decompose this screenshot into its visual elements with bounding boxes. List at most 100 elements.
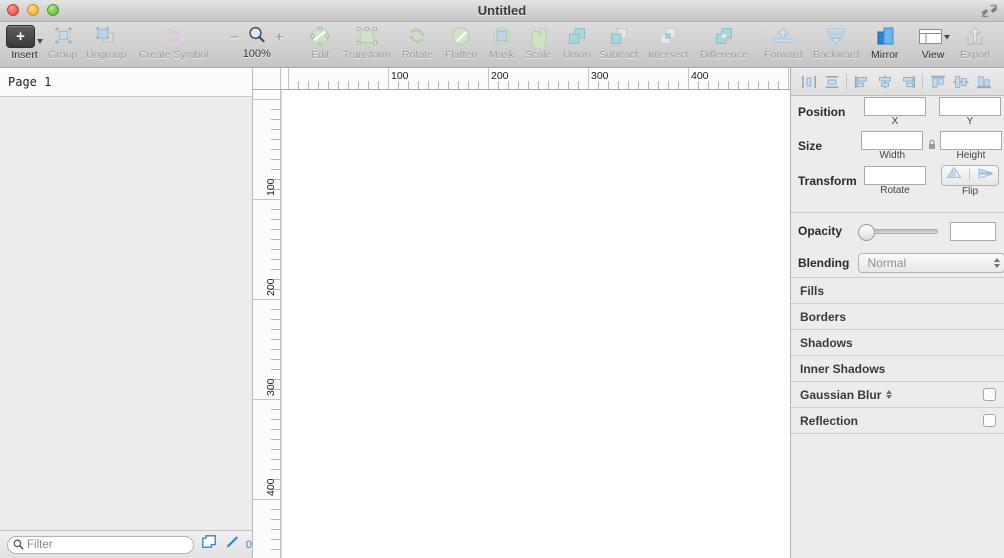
ruler-minor-tick: [368, 81, 369, 89]
horizontal-ruler[interactable]: 100200300400500: [281, 68, 790, 90]
layer-filter-field[interactable]: Filter: [7, 535, 194, 554]
size-height-input[interactable]: [939, 130, 1002, 150]
ruler-major-tick: [288, 68, 289, 89]
ruler-minor-tick: [458, 81, 459, 89]
ruler-minor-tick: [428, 81, 429, 89]
stepper-updown-icon[interactable]: [994, 258, 1000, 268]
ruler-major-tick: [253, 399, 280, 400]
toolbar-button-intersect[interactable]: Intersect: [648, 24, 688, 66]
search-icon: [13, 539, 24, 550]
ruler-label: 300: [265, 378, 277, 396]
zoom-out-button[interactable]: −: [230, 30, 239, 45]
position-x-input[interactable]: [864, 97, 926, 116]
pen-icon[interactable]: [224, 535, 239, 555]
flip-vertical-icon[interactable]: [977, 166, 995, 184]
toolbar-button-subtract[interactable]: Subtract: [599, 24, 638, 66]
toolbar-button-export[interactable]: Export: [960, 24, 990, 66]
page-list-item[interactable]: Page 1: [0, 68, 252, 97]
toolbar-button-mask[interactable]: Mask: [489, 24, 514, 66]
ruler-minor-tick: [748, 81, 749, 89]
flip-horizontal-icon[interactable]: [945, 166, 963, 184]
align-right-icon[interactable]: [896, 71, 919, 93]
opacity-input[interactable]: [950, 221, 996, 241]
section-inner-shadows[interactable]: Inner Shadows: [791, 356, 1004, 382]
section-title: Inner Shadows: [800, 361, 886, 376]
ruler-minor-tick: [271, 519, 280, 520]
ruler-minor-tick: [648, 81, 649, 89]
toolbar-label: Rotate: [402, 49, 433, 61]
position-y-input[interactable]: [939, 97, 1001, 116]
ruler-minor-tick: [768, 81, 769, 89]
blur-type-stepper-icon[interactable]: [886, 389, 893, 400]
toolbar-button-edit[interactable]: Edit: [308, 24, 332, 66]
magnifier-icon[interactable]: [247, 25, 267, 50]
zoom-in-button[interactable]: +: [275, 30, 284, 45]
ruler-minor-tick: [271, 259, 280, 260]
vertical-ruler[interactable]: 100 200 300 400: [253, 90, 281, 558]
ruler-minor-tick: [358, 81, 359, 89]
align-center-vertical-icon[interactable]: [949, 71, 972, 93]
section-reflection[interactable]: Reflection: [791, 408, 1004, 434]
zoom-level-label[interactable]: 100%: [243, 48, 271, 60]
ruler-minor-tick: [618, 81, 619, 89]
toolbar-label: Subtract: [599, 49, 639, 61]
position-y-caption: Y: [966, 116, 974, 127]
toolbar-button-flatten[interactable]: Flatten: [445, 24, 477, 66]
align-left-icon[interactable]: [850, 71, 873, 93]
ungroup-shapes-icon: [90, 24, 122, 48]
ruler-minor-tick: [271, 249, 280, 250]
ruler-major-tick: [253, 199, 280, 200]
ruler-minor-tick: [328, 81, 329, 89]
toolbar-button-transform[interactable]: Transform: [343, 24, 390, 66]
duplicate-pages-icon[interactable]: [202, 534, 217, 555]
section-borders[interactable]: Borders: [791, 304, 1004, 330]
opacity-slider-knob[interactable]: [858, 223, 875, 241]
toolbar-button-create-symbol[interactable]: Create Symbol: [139, 24, 208, 66]
ruler-minor-tick: [448, 81, 449, 89]
edit-vector-icon: [308, 24, 332, 48]
flip-button-group: [941, 164, 999, 186]
section-fills[interactable]: Fills: [791, 278, 1004, 304]
ruler-minor-tick: [568, 81, 569, 89]
toolbar-button-view[interactable]: View: [916, 24, 950, 66]
size-width-input[interactable]: [861, 130, 924, 150]
toolbar-button-forward[interactable]: Forward: [764, 24, 803, 66]
layer-list[interactable]: [0, 98, 252, 530]
fullscreen-arrows-icon[interactable]: [981, 3, 998, 19]
toolbar-button-scale[interactable]: Scale: [525, 24, 551, 66]
ruler-major-tick: [388, 68, 389, 89]
toolbar-label: Ungroup: [86, 49, 127, 61]
toolbar-label: Group: [48, 49, 78, 61]
distribute-vertical-icon[interactable]: [820, 71, 843, 93]
toolbar-label: Create Symbol: [139, 49, 209, 61]
transform-rotate-input[interactable]: [864, 165, 926, 185]
align-top-icon[interactable]: [926, 71, 949, 93]
toolbar-button-ungroup[interactable]: Ungroup: [86, 24, 126, 66]
toolbar-button-group[interactable]: Group: [48, 24, 77, 66]
toolbar-button-union[interactable]: Union: [563, 24, 590, 66]
ruler-minor-tick: [678, 81, 679, 89]
toolbar-button-difference[interactable]: Difference: [700, 24, 748, 66]
ruler-major-tick: [588, 68, 589, 89]
blending-select[interactable]: Normal: [858, 253, 1004, 273]
align-center-horizontal-icon[interactable]: [873, 71, 896, 93]
distribute-horizontal-icon[interactable]: [797, 71, 820, 93]
toolbar-button-mirror[interactable]: Mirror: [871, 24, 898, 66]
ruler-minor-tick: [271, 229, 280, 230]
toolbar-button-insert[interactable]: + Insert: [6, 24, 43, 66]
section-gaussian-blur[interactable]: Gaussian Blur: [791, 382, 1004, 408]
reflection-checkbox[interactable]: [983, 414, 996, 427]
ruler-minor-tick: [438, 81, 439, 89]
opacity-slider[interactable]: [858, 223, 938, 241]
alignment-toolbar: [791, 68, 1004, 96]
toolbar-button-backward[interactable]: Backward: [813, 24, 859, 66]
section-shadows[interactable]: Shadows: [791, 330, 1004, 356]
ruler-minor-tick: [718, 81, 719, 89]
move-backward-icon: [823, 24, 849, 48]
toolbar-button-rotate[interactable]: Rotate: [402, 24, 433, 66]
lock-proportions-icon[interactable]: [926, 137, 937, 155]
gaussian-blur-checkbox[interactable]: [983, 388, 996, 401]
toolbar-label: Transform: [343, 49, 391, 61]
canvas-surface[interactable]: [281, 90, 790, 558]
align-bottom-icon[interactable]: [972, 71, 995, 93]
